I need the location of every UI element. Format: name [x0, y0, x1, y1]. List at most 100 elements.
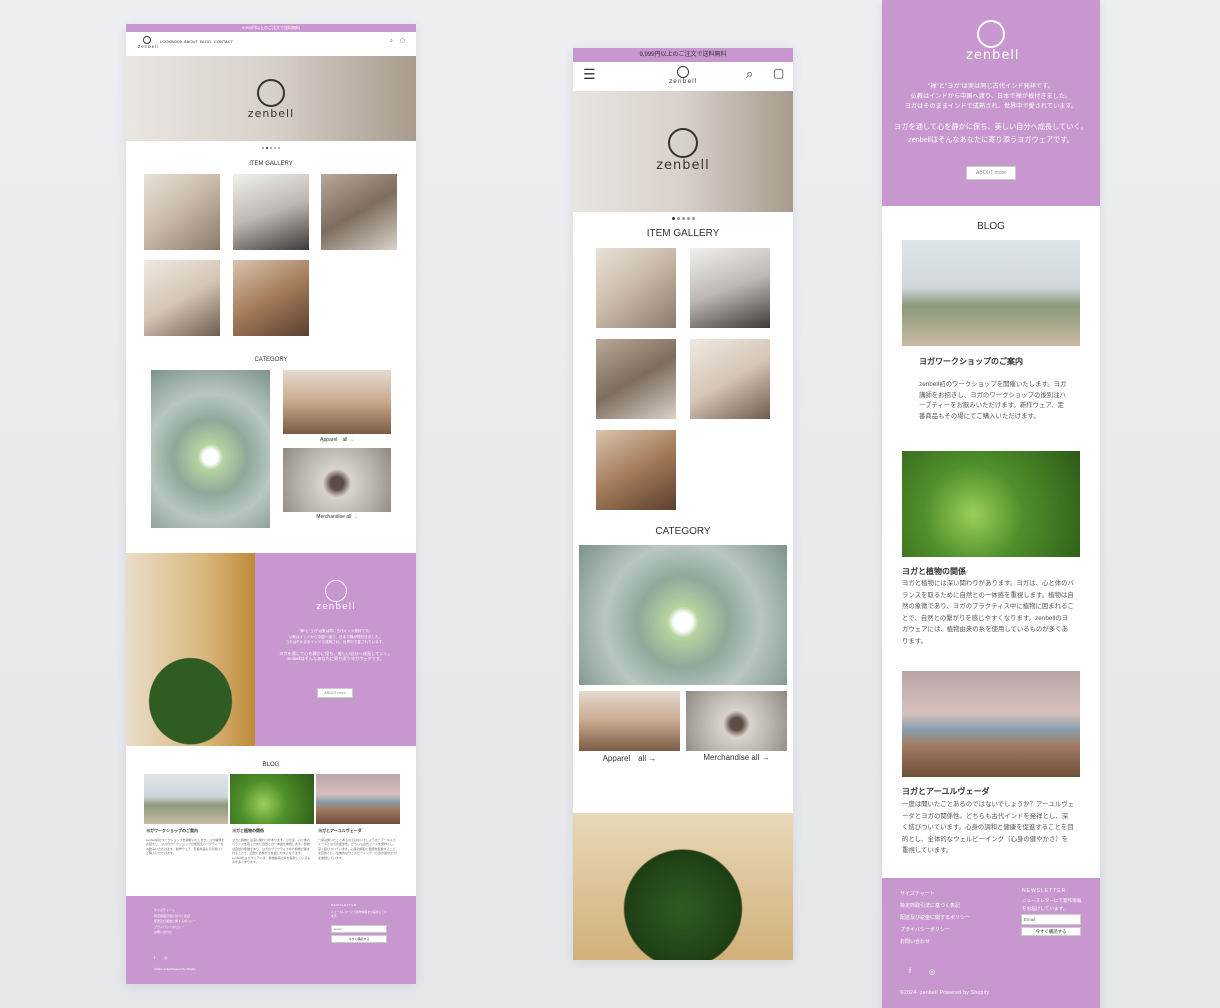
- facebook-icon[interactable]: f: [909, 968, 911, 975]
- blog-excerpt: ヨガと植物には深い関わりがあります。ヨガは、心と体のバランスを取るために自然との…: [232, 838, 311, 865]
- email-field[interactable]: Email: [331, 925, 387, 933]
- carousel-dot[interactable]: [676, 217, 680, 220]
- lotus-logo-icon: [257, 79, 285, 107]
- gallery-item[interactable]: [233, 260, 309, 336]
- blog-title[interactable]: ヨガと植物の関係: [902, 566, 1080, 577]
- category-merch-image[interactable]: [283, 448, 391, 512]
- gallery-item[interactable]: [144, 174, 220, 250]
- nav-item-blog[interactable]: BLOG: [200, 39, 211, 44]
- carousel-dot[interactable]: [266, 147, 268, 149]
- footer-link[interactable]: お問い合わせ: [154, 930, 196, 936]
- blog-image[interactable]: [230, 774, 314, 824]
- blog-image[interactable]: [144, 774, 228, 824]
- footer-link[interactable]: 特定商取引法に基づく表記: [900, 900, 1010, 912]
- footer-links[interactable]: サイズチャート 特定商取引法に基づく表記 配送及び返金に関するポリシー プライバ…: [154, 908, 196, 936]
- blog-excerpt: zenbell初のワークショップを開催いたします。ヨガ講師をお招きし、ヨガのワー…: [919, 381, 1067, 420]
- blog-title[interactable]: ヨガとアーユルヴェーダ: [318, 828, 400, 834]
- blog-excerpt: zenbell初のワークショップを開催いたします。ヨガ講師をお招きし、ヨガのワー…: [146, 838, 225, 856]
- cart-icon[interactable]: ▢: [773, 66, 784, 80]
- blog-title[interactable]: ヨガワークショップのご案内: [146, 828, 228, 834]
- carousel-dot[interactable]: [686, 217, 690, 220]
- gallery-item[interactable]: [596, 339, 676, 419]
- newsletter-text: ニュースレターにて新作情報をお届けしています。: [331, 910, 387, 918]
- gallery-heading: ITEM GALLERY: [646, 228, 720, 239]
- nav-item-lookbook[interactable]: LOOKBOOK: [160, 39, 183, 44]
- blog-title[interactable]: ヨガと植物の関係: [232, 828, 314, 834]
- carousel-dot[interactable]: [671, 217, 675, 220]
- instagram-icon[interactable]: ◎: [929, 968, 935, 976]
- gallery-item[interactable]: [596, 430, 676, 510]
- subscribe-button[interactable]: 今すぐ購読する: [1021, 927, 1081, 936]
- carousel-dot[interactable]: [691, 217, 695, 220]
- category-merch-link[interactable]: Merchandise all →: [686, 753, 787, 762]
- copyright: ©2024- zenbell Powered by Shopify: [154, 968, 196, 971]
- search-icon[interactable]: ⌕: [746, 66, 753, 82]
- cart-icon[interactable]: ▢: [400, 38, 405, 44]
- footer-links[interactable]: サイズチャート 特定商取引法に基づく表記 配送及び返金に関するポリシー プライバ…: [900, 888, 1010, 948]
- category-apparel-image[interactable]: [283, 370, 391, 434]
- footer-link[interactable]: お問い合わせ: [900, 936, 1010, 948]
- email-field[interactable]: Email: [1021, 914, 1081, 925]
- blog-image[interactable]: [316, 774, 400, 824]
- category-apparel-image[interactable]: [579, 691, 680, 751]
- subscribe-button[interactable]: 今すぐ購読する: [331, 935, 387, 943]
- footer-link[interactable]: 配送及び返金に関するポリシー: [154, 919, 196, 925]
- carousel-dot[interactable]: [274, 147, 276, 149]
- gallery-item[interactable]: [144, 260, 220, 336]
- category-apparel-link[interactable]: Apparel all →: [283, 436, 391, 443]
- newsletter-title: NEWSLETTER: [1022, 888, 1067, 894]
- hero-carousel-dots[interactable]: [653, 213, 713, 220]
- category-merch-link[interactable]: Merchandise all →: [283, 514, 391, 520]
- blog-excerpt: 一度は聞いたことあるのではないでしょうか？アーユルヴェーダとヨガの関係性。どちら…: [318, 838, 398, 860]
- search-icon[interactable]: ⌕: [390, 38, 393, 44]
- facebook-icon[interactable]: f: [154, 955, 155, 960]
- carousel-dot[interactable]: [262, 147, 264, 149]
- carousel-dot[interactable]: [270, 147, 272, 149]
- carousel-dot[interactable]: [278, 147, 280, 149]
- gallery-heading: ITEM GALLERY: [249, 161, 293, 167]
- blog-image[interactable]: [902, 671, 1080, 777]
- about-text: "禅"と"ヨガ"は実は同じ古代インド発祥です。 仏教はインドから中国へ渡り、日本で…: [279, 629, 392, 662]
- about-text: "禅"と"ヨガ"は実は同じ古代インド発祥です。 仏教はインドから中国へ渡り、日本で…: [894, 83, 1088, 144]
- lotus-logo-icon: [668, 128, 698, 158]
- blog-image[interactable]: [902, 240, 1080, 346]
- about-more-button[interactable]: ABOUT more: [966, 166, 1016, 180]
- hero-logo: zenbell: [241, 79, 301, 120]
- nav-item-contact[interactable]: CONTACT: [214, 39, 233, 44]
- category-heading: CATEGORY: [254, 357, 288, 363]
- blog-image[interactable]: [902, 451, 1080, 557]
- footer-link[interactable]: サイズチャート: [900, 888, 1010, 900]
- header-logo[interactable]: zenbell: [669, 66, 697, 85]
- category-apparel-link[interactable]: Apparel all →: [579, 753, 680, 764]
- gallery-item[interactable]: [233, 174, 309, 250]
- hero-logo: zenbell: [653, 128, 713, 173]
- gallery-item[interactable]: [690, 248, 770, 328]
- blog-title[interactable]: ヨガとアーユルヴェーダ: [902, 786, 1080, 797]
- about-image: [573, 813, 793, 960]
- category-hero-image: [579, 545, 787, 685]
- gallery-item[interactable]: [596, 248, 676, 328]
- carousel-dot[interactable]: [681, 217, 685, 220]
- about-logo: zenbell: [966, 20, 1019, 63]
- blog-title[interactable]: ヨガワークショップのご案内: [919, 356, 1079, 367]
- lotus-logo-icon: [977, 20, 1005, 48]
- about-more-button[interactable]: ABOUT more: [317, 688, 353, 698]
- hero-carousel-dots[interactable]: [246, 143, 296, 149]
- category-hero-image: [151, 370, 270, 528]
- gallery-item[interactable]: [321, 174, 397, 250]
- gallery-item[interactable]: [690, 339, 770, 419]
- nav-item-about[interactable]: ABOUT: [184, 39, 198, 44]
- mobile-page-preview-bottom: zenbell "禅"と"ヨガ"は実は同じ古代インド発祥です。 仏教はインドから中…: [882, 0, 1100, 1008]
- footer-link[interactable]: プライバシーポリシー: [900, 924, 1010, 936]
- hamburger-icon[interactable]: ☰: [583, 66, 596, 83]
- header-logo[interactable]: zenbell: [138, 36, 158, 49]
- blog-heading: BLOG: [262, 762, 280, 768]
- mobile-page-preview-top: 9,999円以上のご注文で送料無料 ☰ zenbell ⌕ ▢ zenbell …: [573, 48, 793, 960]
- category-merch-image[interactable]: [686, 691, 787, 751]
- footer-link[interactable]: 配送及び返金に関するポリシー: [900, 912, 1010, 924]
- announcement-bar: 9,999円以上のご注文で送料無料: [126, 24, 416, 32]
- instagram-icon[interactable]: ◎: [164, 955, 168, 960]
- desktop-page-preview: 9,999円以上のご注文で送料無料 zenbell LOOKBOOK ABOUT…: [126, 24, 416, 984]
- blog-excerpt: 一度は聞いたことあるのではないでしょうか？アーユルヴェーダとヨガの関係性。どちら…: [902, 801, 1074, 854]
- blog-excerpt: ヨガと植物には深い関わりがあります。ヨガは、心と体のバランスを取るために自然との…: [902, 580, 1074, 645]
